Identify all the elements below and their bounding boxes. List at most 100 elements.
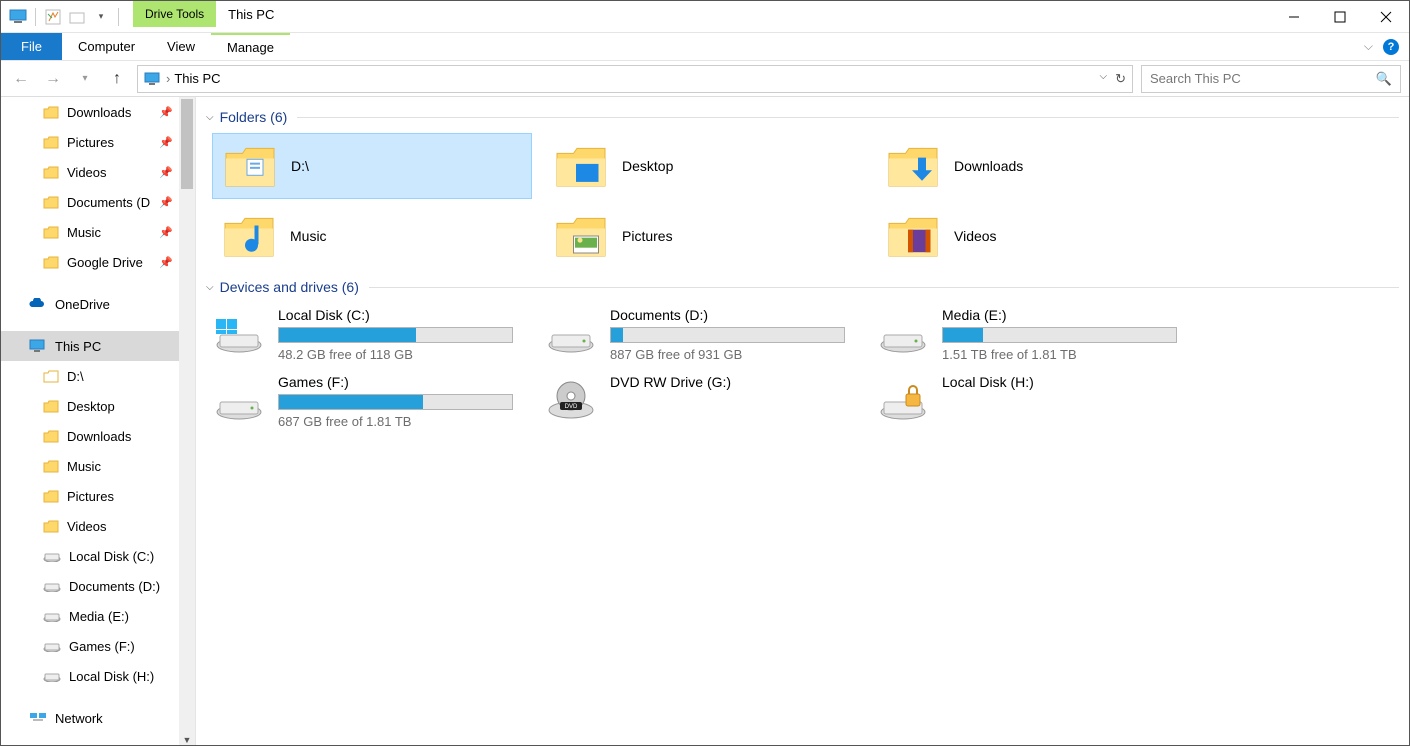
folder-icon xyxy=(223,139,277,193)
tree-quick-item[interactable]: Videos📌 xyxy=(1,157,195,187)
folder-label: Videos xyxy=(954,228,997,244)
maximize-button[interactable] xyxy=(1317,1,1363,32)
divider xyxy=(369,287,1399,288)
drive-item[interactable]: Local Disk (C:)48.2 GB free of 118 GB xyxy=(212,307,532,362)
svg-text:DVD: DVD xyxy=(565,404,578,410)
tree-item-icon xyxy=(43,225,59,239)
recent-dropdown[interactable]: ▾ xyxy=(73,73,97,84)
chevron-down-icon[interactable]: ⌵ xyxy=(206,112,214,123)
tree-quick-item[interactable]: Documents (D📌 xyxy=(1,187,195,217)
drive-item[interactable]: Games (F:)687 GB free of 1.81 TB xyxy=(212,374,532,429)
capacity-bar xyxy=(278,394,513,410)
search-icon[interactable]: 🔍 xyxy=(1376,71,1392,87)
up-button[interactable]: ↑ xyxy=(105,70,129,88)
quick-access-toolbar: ▾ xyxy=(1,1,129,32)
drive-item[interactable]: Media (E:)1.51 TB free of 1.81 TB xyxy=(876,307,1196,362)
pin-icon: 📌 xyxy=(159,226,173,239)
drive-item[interactable]: DVDDVD RW Drive (G:) xyxy=(544,374,864,429)
pin-icon: 📌 xyxy=(159,136,173,149)
forward-button[interactable]: → xyxy=(41,70,65,88)
folder-item[interactable]: Music xyxy=(212,203,532,269)
new-folder-icon[interactable] xyxy=(66,6,88,28)
group-header-folders[interactable]: ⌵ Folders (6) xyxy=(196,109,1409,131)
breadcrumb-separator[interactable]: › xyxy=(166,71,170,86)
folder-item[interactable]: Videos xyxy=(876,203,1196,269)
tree-item-icon xyxy=(43,399,59,413)
drive-item[interactable]: Documents (D:)887 GB free of 931 GB xyxy=(544,307,864,362)
tree-quick-item[interactable]: Google Drive📌 xyxy=(1,247,195,277)
drive-tools-tab[interactable]: Drive Tools xyxy=(133,1,216,27)
folder-icon xyxy=(886,139,940,193)
tree-item-icon xyxy=(43,135,59,149)
view-tab[interactable]: View xyxy=(151,33,211,60)
tree-item-icon xyxy=(43,519,59,533)
folder-item[interactable]: Pictures xyxy=(544,203,864,269)
folder-label: Music xyxy=(290,228,327,244)
pin-icon: 📌 xyxy=(159,256,173,269)
folder-item[interactable]: D:\ xyxy=(212,133,532,199)
capacity-bar xyxy=(942,327,1177,343)
manage-tab[interactable]: Manage xyxy=(211,33,290,60)
tree-spacer xyxy=(1,319,195,331)
scrollbar-thumb[interactable] xyxy=(181,99,193,189)
group-label: Folders (6) xyxy=(220,109,288,125)
help-icon[interactable]: ? xyxy=(1383,39,1399,55)
address-bar[interactable]: › This PC ⌵ ↻ xyxy=(137,65,1133,93)
tree-thispc-child[interactable]: Videos xyxy=(1,511,195,541)
tree-quick-item[interactable]: Pictures📌 xyxy=(1,127,195,157)
properties-icon[interactable] xyxy=(42,6,64,28)
pc-icon[interactable] xyxy=(7,6,29,28)
capacity-bar xyxy=(610,327,845,343)
minimize-button[interactable] xyxy=(1271,1,1317,32)
tree-thispc-child[interactable]: Documents (D:) xyxy=(1,571,195,601)
tree-item-icon xyxy=(43,165,59,179)
navigation-tree[interactable]: Downloads📌Pictures📌Videos📌Documents (D📌M… xyxy=(1,97,196,745)
tree-thispc-child[interactable]: Local Disk (H:) xyxy=(1,661,195,691)
content-area[interactable]: ⌵ Folders (6) D:\ Desktop Downloads Music Pi… xyxy=(196,97,1409,745)
drive-name: Local Disk (C:) xyxy=(278,307,532,323)
chevron-down-icon[interactable]: ⌵ xyxy=(206,282,214,293)
folder-item[interactable]: Downloads xyxy=(876,133,1196,199)
drive-item[interactable]: Local Disk (H:) xyxy=(876,374,1196,429)
search-input[interactable]: Search This PC 🔍 xyxy=(1141,65,1401,93)
tree-thispc-child[interactable]: Pictures xyxy=(1,481,195,511)
search-placeholder: Search This PC xyxy=(1150,71,1376,86)
tree-scrollbar[interactable]: ▼ xyxy=(179,97,195,745)
tree-thispc-child[interactable]: Games (F:) xyxy=(1,631,195,661)
pin-icon: 📌 xyxy=(159,166,173,179)
tree-quick-item[interactable]: Music📌 xyxy=(1,217,195,247)
folder-label: Desktop xyxy=(622,158,673,174)
tree-thispc-child[interactable]: D:\ xyxy=(1,361,195,391)
breadcrumb-location[interactable]: This PC xyxy=(174,71,220,86)
ribbon-expand-icon[interactable]: ⌵ xyxy=(1364,39,1373,54)
tree-onedrive[interactable]: OneDrive xyxy=(1,289,195,319)
tree-thispc-child[interactable]: Desktop xyxy=(1,391,195,421)
folder-item[interactable]: Desktop xyxy=(544,133,864,199)
scroll-down-icon[interactable]: ▼ xyxy=(179,735,195,745)
tree-this-pc[interactable]: This PC xyxy=(1,331,195,361)
group-header-drives[interactable]: ⌵ Devices and drives (6) xyxy=(196,279,1409,301)
folder-icon xyxy=(554,209,608,263)
file-tab[interactable]: File xyxy=(1,33,62,60)
tree-item-label: Local Disk (H:) xyxy=(69,669,154,684)
close-button[interactable] xyxy=(1363,1,1409,32)
folder-icon xyxy=(554,139,608,193)
drive-icon xyxy=(876,307,930,353)
address-dropdown-icon[interactable]: ⌵ xyxy=(1100,71,1108,87)
computer-tab[interactable]: Computer xyxy=(62,33,151,60)
tree-thispc-child[interactable]: Music xyxy=(1,451,195,481)
qat-dropdown-icon[interactable]: ▾ xyxy=(90,6,112,28)
tree-item-label: Local Disk (C:) xyxy=(69,549,154,564)
tree-item-label: Documents (D:) xyxy=(69,579,160,594)
tree-thispc-child[interactable]: Downloads xyxy=(1,421,195,451)
tree-thispc-child[interactable]: Local Disk (C:) xyxy=(1,541,195,571)
refresh-icon[interactable]: ↻ xyxy=(1115,71,1126,87)
back-button[interactable]: ← xyxy=(9,70,33,88)
tree-item-label: Videos xyxy=(67,519,107,534)
tree-thispc-child[interactable]: Media (E:) xyxy=(1,601,195,631)
tree-quick-item[interactable]: Downloads📌 xyxy=(1,97,195,127)
folder-icon xyxy=(222,209,276,263)
tree-item-label: Documents (D xyxy=(67,195,150,210)
tree-network[interactable]: Network xyxy=(1,703,195,733)
drive-icon xyxy=(212,374,266,420)
